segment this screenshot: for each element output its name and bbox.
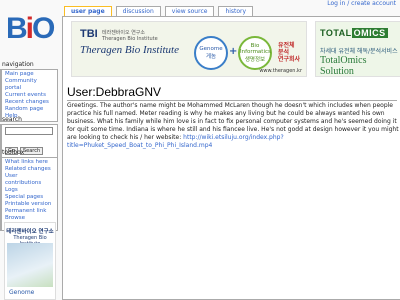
search-title: search (2, 116, 22, 123)
kor-line-2: 분석 (278, 49, 290, 56)
user-links[interactable]: Log in / create account (327, 0, 396, 7)
sidebar-ad-genome-label: Genome (9, 289, 35, 296)
genome-research-korean: 유전체 분석 연구회사 (278, 42, 300, 63)
navigation-list: Main page Community portal Current event… (0, 69, 58, 122)
login-link[interactable]: Log in / create account (327, 0, 396, 7)
toolbox-item-logs[interactable]: Logs (5, 187, 54, 194)
theragen-url: www.theragen.kr (259, 68, 302, 74)
totalomics-korean: 차세대 유전체 해독/분석서비스 (320, 48, 398, 55)
genome-sub: 게놈 (205, 54, 217, 60)
totalomics-logo: TOTAL OMICS (320, 28, 388, 38)
toolbox-portlet: toolbox What links here Related changes … (0, 149, 58, 231)
tab-discussion[interactable]: discussion (115, 6, 161, 16)
toolbox-item-printable-version[interactable]: Printable version (5, 201, 54, 208)
toolbox-item-permanent-link[interactable]: Permanent link (5, 208, 54, 215)
institute-title: Theragen Bio Institute (80, 44, 179, 56)
sidebar-ad[interactable]: 테라젠바이오 연구소 Theragen Bio Institute Genome (4, 222, 56, 300)
tab-history[interactable]: history (218, 6, 254, 16)
tbi-korean-name: 테라젠바이오 연구소 Theragen Bio Institute (102, 30, 158, 42)
totalomics-logo-hl: OMICS (351, 28, 388, 38)
content-area: TBI 테라젠바이오 연구소 Theragen Bio Institute The… (62, 16, 400, 300)
sidebar-ad-korean-title: 테라젠바이오 연구소 (6, 229, 54, 235)
tbi-logo: TBI (80, 28, 98, 40)
totalomics-title: TotalOmics Solution (320, 55, 367, 77)
site-logo[interactable]: BiO (6, 12, 55, 46)
tab-view-source[interactable]: view source (164, 6, 215, 16)
theragen-banner[interactable]: TBI 테라젠바이오 연구소 Theragen Bio Institute The… (71, 21, 307, 77)
nav-item-current-events[interactable]: Current events (5, 92, 54, 99)
kor-line-1: 유전체 (278, 42, 295, 49)
navigation-portlet: navigation Main page Community portal Cu… (0, 61, 58, 122)
logo-letter-b: B (6, 12, 28, 45)
bioinfo-circle: Bio Informatics 생명정보 (238, 36, 272, 70)
page-tabs: user page discussion view source history (64, 6, 254, 16)
tab-user-page[interactable]: user page (64, 6, 112, 16)
bioinfo-label: Bio Informatics (240, 43, 271, 55)
genome-circle: Genome 게놈 (194, 36, 228, 70)
toolbox-item-user-contributions[interactable]: User contributions (5, 173, 54, 187)
toolbox-item-special-pages[interactable]: Special pages (5, 194, 54, 201)
page-title: User:DebbraGNV (67, 85, 397, 101)
totalomics-logo-pre: TOTAL (320, 28, 352, 38)
page-body: Greetings. The author's name might be Mo… (67, 102, 399, 150)
navigation-title: navigation (2, 61, 34, 68)
bioinfo-sub: 생명정보 (244, 57, 266, 63)
plus-sign: + (229, 46, 238, 57)
nav-item-community-portal[interactable]: Community portal (5, 78, 54, 92)
nav-item-random-page[interactable]: Random page (5, 106, 54, 113)
totalomics-banner[interactable]: TOTAL OMICS 차세대 유전체 해독/분석서비스 TotalOmics S… (315, 21, 400, 77)
nav-item-main-page[interactable]: Main page (5, 71, 54, 78)
search-input[interactable] (5, 127, 53, 135)
toolbox-item-related-changes[interactable]: Related changes (5, 166, 54, 173)
toolbox-title: toolbox (2, 149, 25, 156)
sidebar-ad-image (7, 243, 53, 287)
logo-letter-o: O (32, 12, 55, 45)
nav-item-recent-changes[interactable]: Recent changes (5, 99, 54, 106)
toolbox-list: What links here Related changes User con… (0, 157, 58, 231)
tbi-korean-sub: Theragen Bio Institute (102, 36, 158, 42)
toolbox-item-what-links-here[interactable]: What links here (5, 159, 54, 166)
kor-line-3: 연구회사 (278, 56, 301, 63)
